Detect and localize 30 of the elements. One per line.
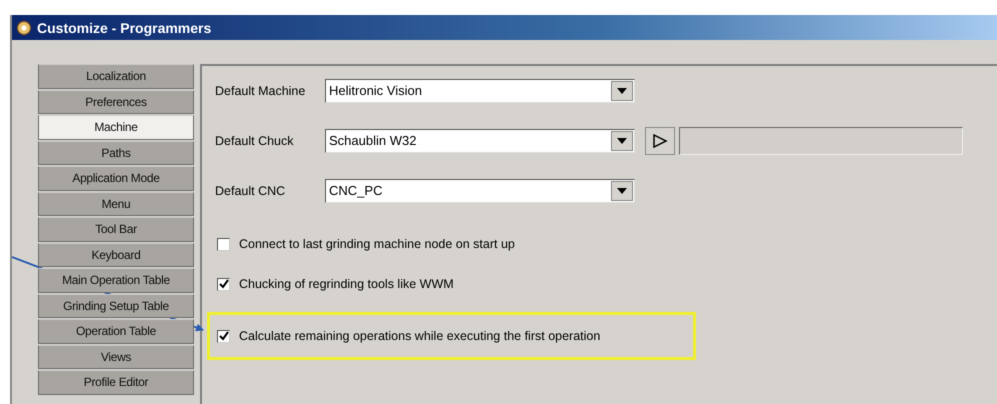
category-button[interactable]: Tool Bar: [38, 217, 194, 242]
checkbox-label: Chucking of regrinding tools like WWM: [239, 277, 454, 291]
checkbox[interactable]: [217, 238, 230, 250]
checkbox-label: Calculate remaining operations while executing the first operation: [239, 329, 600, 343]
dropdown-field[interactable]: Helitronic Vision: [325, 78, 635, 102]
field-label: Default CNC: [215, 184, 286, 198]
checkbox-label: Connect to last grinding machine node on start up: [239, 237, 515, 251]
category-button[interactable]: Paths: [38, 140, 194, 165]
category-button[interactable]: Main Operation Table: [38, 268, 194, 292]
gear-icon: [16, 20, 32, 36]
triangle-button[interactable]: [645, 126, 675, 154]
category-button[interactable]: Views: [38, 344, 194, 369]
category-button[interactable]: Preferences: [38, 90, 194, 114]
category-button[interactable]: Operation Table: [38, 319, 194, 344]
category-button[interactable]: Menu: [38, 192, 194, 216]
category-button[interactable]: Localization: [38, 64, 194, 88]
dropdown-field[interactable]: Schaublin W32: [325, 128, 635, 152]
text-field[interactable]: [679, 126, 963, 154]
category-button[interactable]: Grinding Setup Table: [38, 294, 194, 318]
triangle-icon: [652, 134, 668, 148]
checkbox[interactable]: [217, 278, 230, 290]
dropdown-field[interactable]: CNC_PC: [325, 178, 635, 202]
window-title: Customize - Programmers: [37, 20, 212, 36]
field-label: Default Machine: [215, 84, 306, 98]
category-button[interactable]: Machine: [38, 115, 194, 140]
category-button[interactable]: Keyboard: [38, 242, 194, 267]
field-label: Default Chuck: [215, 134, 295, 148]
category-button[interactable]: Application Mode: [38, 166, 194, 190]
checkbox[interactable]: [217, 330, 230, 342]
category-button[interactable]: Profile Editor: [38, 370, 194, 394]
